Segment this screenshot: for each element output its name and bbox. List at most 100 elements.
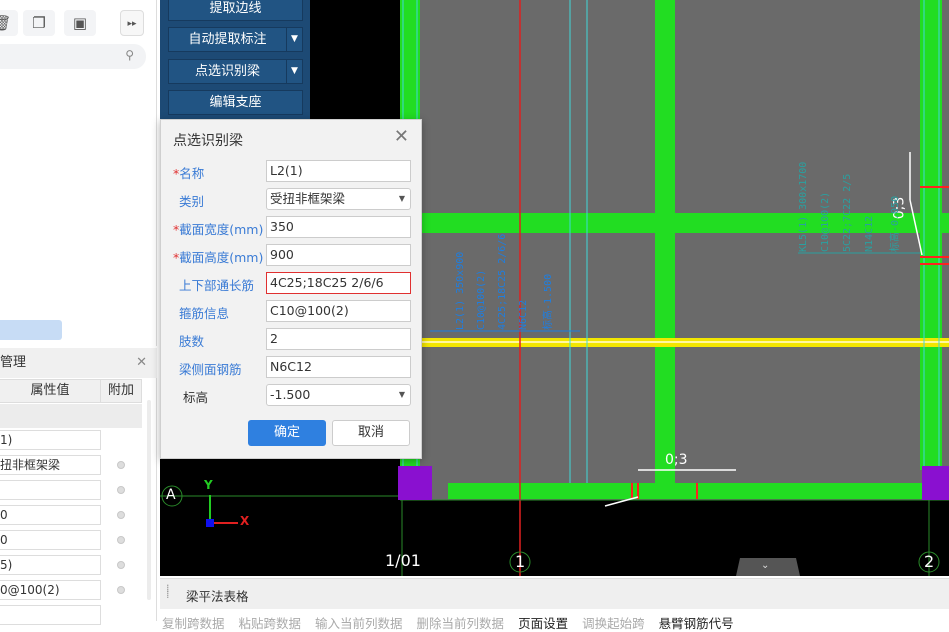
auto-extract-label-button[interactable]: 自动提取标注 ▼ bbox=[168, 27, 303, 52]
close-icon[interactable]: ✕ bbox=[394, 126, 409, 147]
tool-button-column: 提取边线 自动提取标注 ▼ 点选识别梁 ▼ 编辑支座 bbox=[160, 0, 310, 120]
copy-icon[interactable]: ❐ bbox=[23, 10, 55, 36]
axis-label-1-01: 1/01 bbox=[385, 551, 421, 570]
axis-label-a: A bbox=[166, 487, 176, 503]
label-text: 截面宽度(mm) bbox=[179, 222, 264, 237]
select-field[interactable]: -1.500 ▼ bbox=[266, 384, 411, 406]
chevron-down-icon[interactable]: ▼ bbox=[286, 60, 302, 83]
field-label: *截面宽度(mm) bbox=[173, 219, 263, 238]
extract-edge-button[interactable]: 提取边线 bbox=[168, 0, 303, 21]
field-value: 350 bbox=[270, 219, 294, 234]
chevron-down-icon[interactable]: ▼ bbox=[399, 189, 405, 209]
field-value: 900 bbox=[270, 247, 294, 262]
column-2 bbox=[922, 466, 949, 500]
field-value: N6C12 bbox=[270, 359, 312, 374]
panel-title: 管理 bbox=[0, 355, 27, 370]
label-text: 截面高度(mm) bbox=[179, 250, 264, 265]
beam-annotation-text: 标高-0.050 bbox=[890, 195, 901, 252]
toolbar-button[interactable]: 悬臂钢筋代号 bbox=[659, 616, 734, 631]
property-value-field[interactable] bbox=[0, 480, 101, 500]
text-field[interactable]: 900 bbox=[266, 244, 411, 266]
beam-annotation-text: N14C12 bbox=[864, 215, 875, 252]
beam-annotation-text: N6C12 bbox=[518, 299, 529, 330]
toolbar-button[interactable]: 页面设置 bbox=[518, 616, 568, 631]
text-field[interactable]: 2 bbox=[266, 328, 411, 350]
delete-icon[interactable]: 🗑 bbox=[0, 10, 18, 36]
toolbar-button[interactable]: 调换起始跨 bbox=[582, 616, 645, 631]
button-label: 编辑支座 bbox=[209, 95, 262, 110]
save-as-icon[interactable]: ▣ bbox=[64, 10, 96, 36]
pick-beam-button[interactable]: 点选识别梁 ▼ bbox=[168, 59, 303, 84]
panel-header: ⁞ ⁞ 梁平法表格 bbox=[160, 579, 949, 609]
field-value: 4C25;18C25 2/6/6 bbox=[270, 275, 384, 290]
field-label: *名称 bbox=[173, 163, 204, 182]
drag-handle-icon[interactable]: ⁞ ⁞ bbox=[166, 583, 170, 600]
expand-icon[interactable]: ▸▸ bbox=[120, 10, 144, 36]
edit-support-button[interactable]: 编辑支座 bbox=[168, 90, 303, 115]
text-field[interactable]: L2(1) bbox=[266, 160, 411, 182]
extra-radio[interactable] bbox=[117, 511, 125, 519]
property-value-field[interactable]: 扭非框架梁 bbox=[0, 455, 101, 475]
axis-label-2: 2 bbox=[924, 552, 935, 571]
table-toolbar: 复制跨数据 粘贴跨数据 输入当前列数据 删除当前列数据 页面设置 调换起始跨 悬臂钢筋代号 bbox=[162, 613, 748, 632]
text-field[interactable]: 4C25;18C25 2/6/6 bbox=[266, 272, 411, 294]
chevron-down-icon[interactable]: ▼ bbox=[286, 28, 302, 51]
text-field[interactable]: N6C12 bbox=[266, 356, 411, 378]
group-row bbox=[0, 404, 142, 428]
ok-button[interactable]: 确定 bbox=[248, 420, 326, 446]
scrollbar[interactable] bbox=[147, 400, 151, 600]
property-value-field[interactable]: 0@100(2) bbox=[0, 580, 101, 600]
field-label: *截面高度(mm) bbox=[173, 247, 263, 266]
button-label: 点选识别梁 bbox=[194, 64, 260, 79]
property-panel: 管理 ✕ 属性值 附加 1) 扭非框架梁 0 0 5) 0@100(2) bbox=[0, 348, 157, 625]
property-value-field[interactable]: 1) bbox=[0, 430, 101, 450]
extra-radio[interactable] bbox=[117, 536, 125, 544]
beam-column-mid bbox=[655, 0, 675, 483]
property-value-field[interactable]: 0 bbox=[0, 530, 101, 550]
toolbar-button[interactable]: 粘贴跨数据 bbox=[239, 616, 302, 631]
extra-radio[interactable] bbox=[117, 461, 125, 469]
search-input[interactable]: ⚲ bbox=[0, 44, 146, 69]
field-label: 箍筋信息 bbox=[179, 303, 229, 322]
collapse-icon[interactable]: ⌄ bbox=[761, 560, 769, 571]
property-panel-header: 管理 ✕ bbox=[0, 348, 157, 378]
toolbar-button[interactable]: 复制跨数据 bbox=[162, 616, 225, 631]
field-value: C10@100(2) bbox=[270, 303, 349, 318]
label-text: 类别 bbox=[179, 194, 205, 209]
label-text: 梁侧面钢筋 bbox=[179, 362, 242, 377]
label-text: 肢数 bbox=[179, 334, 205, 349]
text-field[interactable]: 350 bbox=[266, 216, 411, 238]
property-value-field[interactable]: 5) bbox=[0, 555, 101, 575]
ucs-x-label: X bbox=[240, 514, 250, 528]
chevron-down-icon[interactable]: ▼ bbox=[399, 385, 405, 405]
beam-annotation-text: L2(1) 350x900 bbox=[455, 251, 466, 330]
field-value: 受扭非框架梁 bbox=[270, 191, 346, 206]
button-label: 提取边线 bbox=[209, 1, 262, 16]
close-icon[interactable]: ✕ bbox=[136, 348, 147, 378]
extra-radio[interactable] bbox=[117, 486, 125, 494]
toolbar-button[interactable]: 删除当前列数据 bbox=[417, 616, 505, 631]
field-label: 肢数 bbox=[179, 331, 204, 350]
panel-title: 梁平法表格 bbox=[186, 589, 249, 604]
extra-radio[interactable] bbox=[117, 586, 125, 594]
field-label: 类别 bbox=[179, 191, 204, 210]
label-text: 上下部通长筋 bbox=[179, 278, 255, 293]
field-label: 上下部通长筋 bbox=[179, 275, 254, 294]
column-1-01 bbox=[398, 466, 432, 500]
pick-beam-dialog: 点选识别梁 ✕ *名称 L2(1) 类别 受扭非框架梁 ▼ *截面宽度(mm) 350 *截面… bbox=[160, 119, 422, 459]
label-text: 箍筋信息 bbox=[179, 306, 230, 321]
search-icon[interactable]: ⚲ bbox=[125, 48, 134, 62]
cancel-button[interactable]: 取消 bbox=[332, 420, 410, 446]
select-field[interactable]: 受扭非框架梁 ▼ bbox=[266, 188, 411, 210]
field-label: 梁侧面钢筋 bbox=[179, 359, 242, 378]
toolbar-button[interactable]: 输入当前列数据 bbox=[315, 616, 403, 631]
property-value-field[interactable] bbox=[0, 605, 101, 625]
property-value-field[interactable]: 0 bbox=[0, 505, 101, 525]
beam-annotation-text: 标高-1.500 bbox=[543, 273, 554, 330]
selected-list-item[interactable] bbox=[0, 320, 62, 340]
extra-radio[interactable] bbox=[117, 561, 125, 569]
beam-annotation-text: KL5(1) 300x1700 bbox=[798, 161, 809, 252]
beam-annotation-text: 5C22;7C22 2/5 bbox=[842, 173, 853, 252]
text-field[interactable]: C10@100(2) bbox=[266, 300, 411, 322]
field-value: L2(1) bbox=[270, 163, 303, 178]
